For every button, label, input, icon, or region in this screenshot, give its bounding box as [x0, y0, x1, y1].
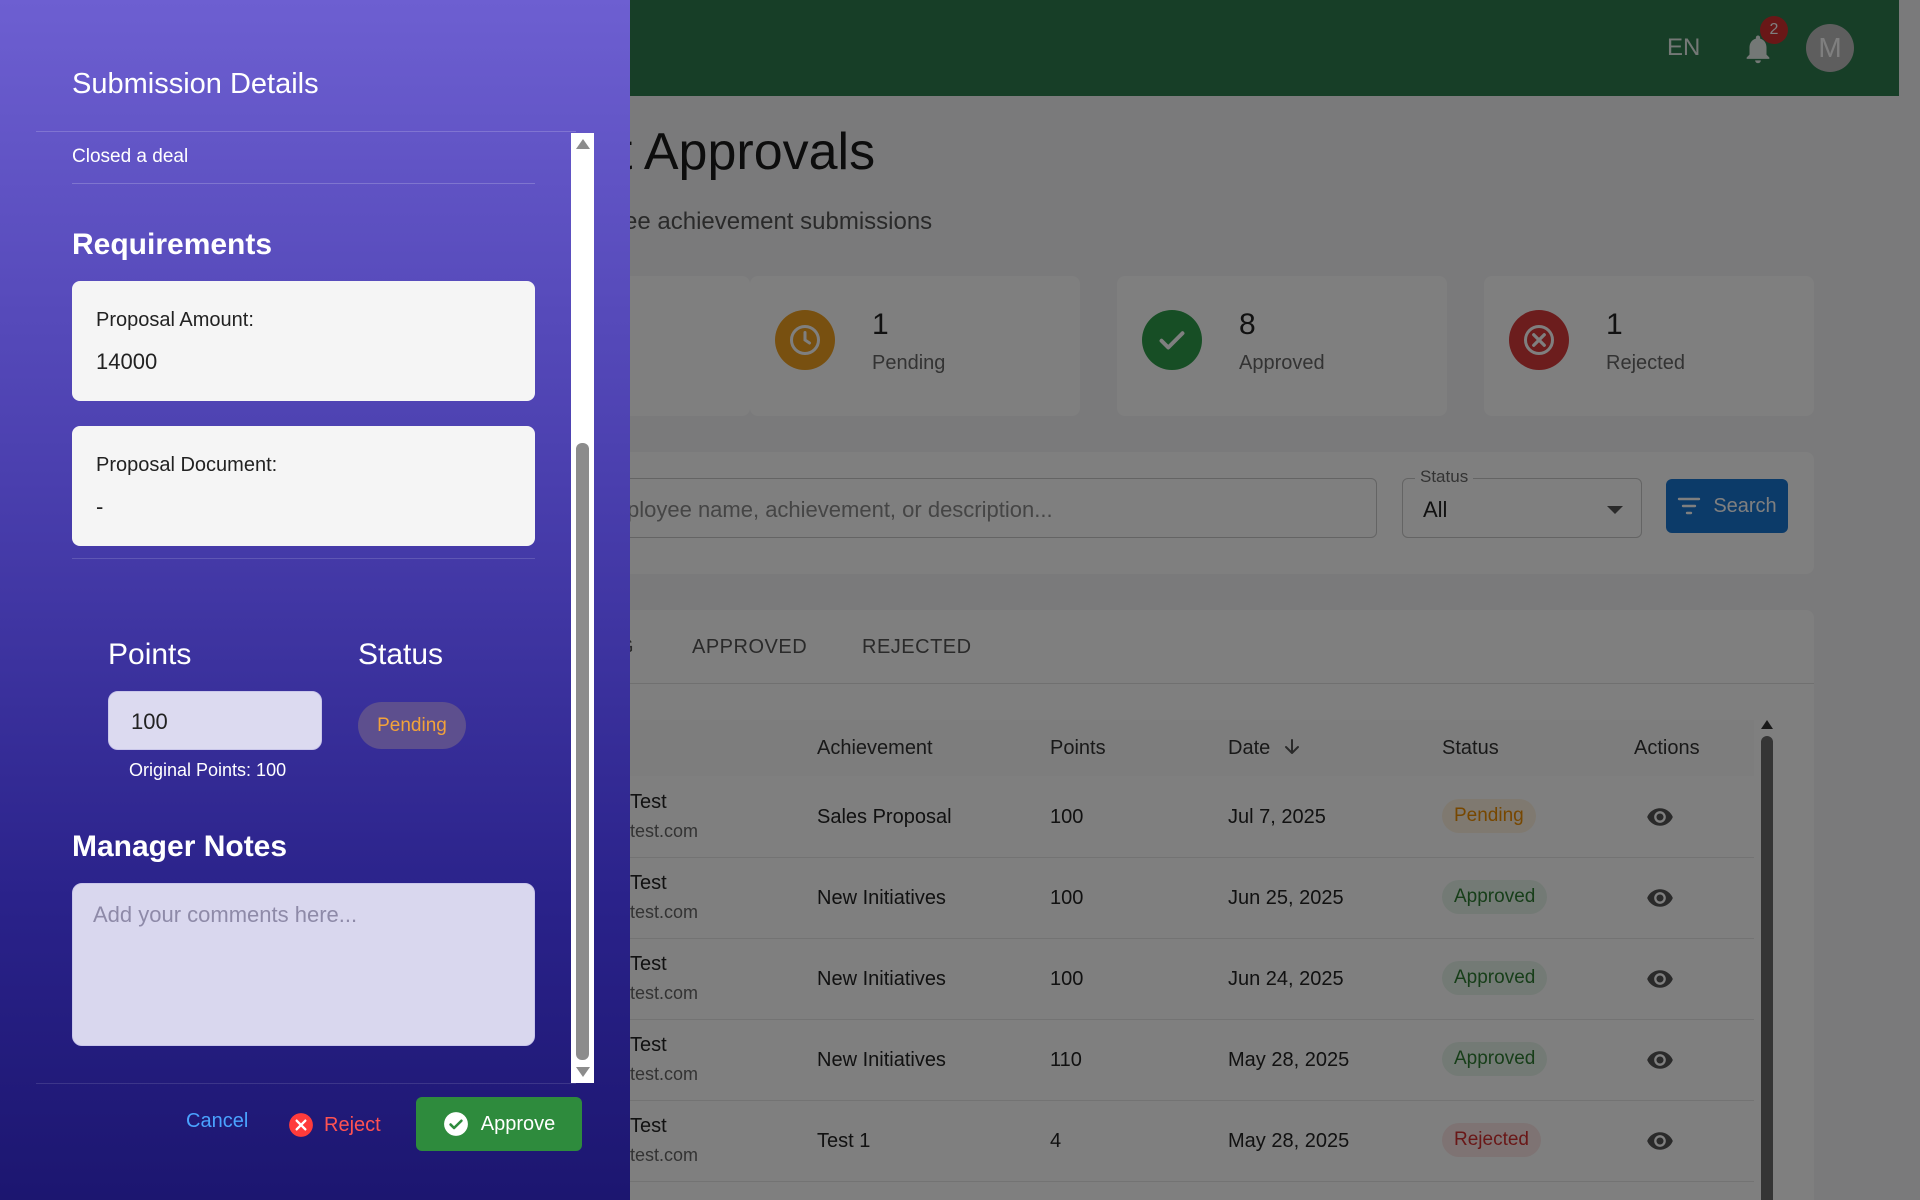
requirement-label: Proposal Document:: [96, 454, 278, 476]
points-input[interactable]: 100: [108, 691, 322, 750]
points-heading: Points: [108, 638, 192, 671]
requirement-label: Proposal Amount:: [96, 309, 254, 331]
achievement-description: Closed a deal: [72, 146, 189, 167]
manager-notes-heading: Manager Notes: [72, 830, 288, 863]
status-heading: Status: [358, 638, 444, 671]
drawer-title: Submission Details: [72, 68, 319, 100]
cancel-circle-icon: [289, 1113, 313, 1137]
requirement-value: 14000: [96, 349, 158, 374]
requirements-heading: Requirements: [72, 228, 273, 261]
status-badge: Pending: [358, 702, 466, 749]
scroll-up-arrow-icon[interactable]: [576, 139, 590, 149]
scroll-down-arrow-icon[interactable]: [576, 1067, 590, 1077]
requirement-card: Proposal Document: -: [72, 426, 535, 546]
notes-placeholder: Add your comments here...: [93, 902, 358, 927]
reject-button-label: Reject: [324, 1113, 381, 1136]
divider: [36, 131, 576, 132]
manager-notes-textarea[interactable]: Add your comments here...: [72, 883, 535, 1046]
divider: [72, 183, 535, 184]
points-input-value: 100: [131, 709, 168, 734]
cancel-button[interactable]: Cancel: [186, 1110, 248, 1133]
divider: [36, 1083, 576, 1084]
original-points-hint: Original Points: 100: [129, 760, 287, 780]
divider: [72, 558, 535, 559]
approve-button[interactable]: Approve: [416, 1097, 582, 1151]
check-circle-icon: [443, 1112, 468, 1136]
approve-button-label: Approve: [480, 1112, 556, 1135]
requirement-value: -: [96, 494, 104, 519]
submission-details-drawer: Submission Details Closed a deal Require…: [0, 0, 630, 1200]
reject-button[interactable]: Reject: [288, 1108, 381, 1142]
drawer-scrollbar[interactable]: [571, 133, 594, 1083]
scrollbar-thumb[interactable]: [576, 443, 589, 1060]
requirement-card: Proposal Amount: 14000: [72, 281, 535, 401]
